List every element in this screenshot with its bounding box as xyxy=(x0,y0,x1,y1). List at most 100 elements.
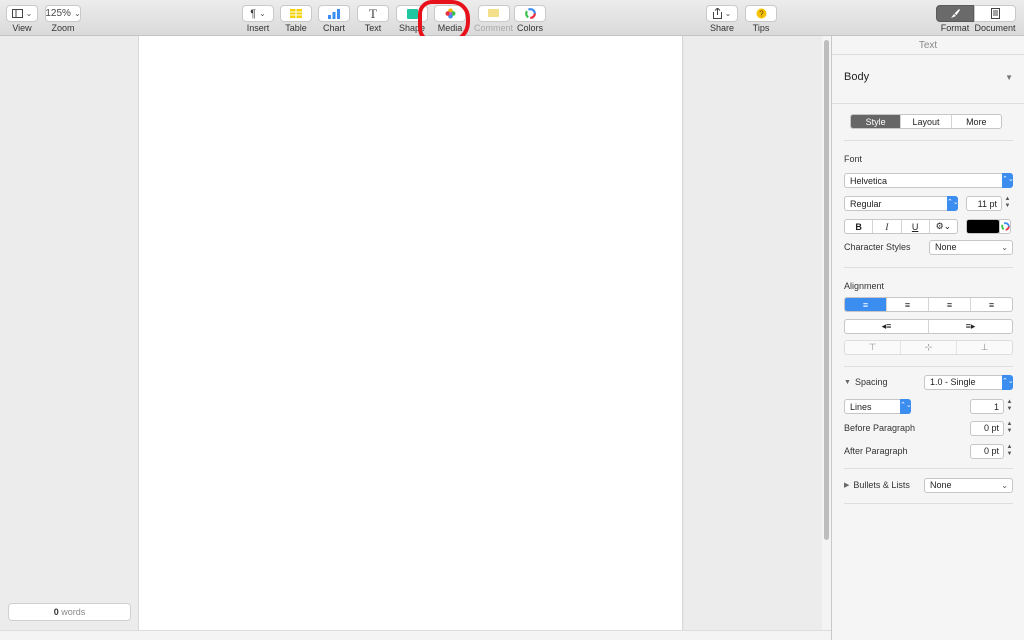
scroll-thumb[interactable] xyxy=(824,40,829,540)
align-left-icon[interactable]: ≡ xyxy=(845,298,887,311)
stepper-arrows-icon: ⌃⌄ xyxy=(900,399,912,414)
text-label: Text xyxy=(364,23,382,33)
document-page[interactable] xyxy=(138,36,683,630)
view-tool[interactable]: ⌄ View xyxy=(6,5,38,33)
bullets-select[interactable]: None ⌄ xyxy=(924,477,1013,493)
share-label: Share xyxy=(709,23,735,33)
chart-label: Chart xyxy=(322,23,345,33)
color-wheel-icon[interactable] xyxy=(999,219,1011,234)
underline-button[interactable]: U xyxy=(902,220,930,233)
paragraph-style-name: Body xyxy=(844,71,870,83)
typeface-select[interactable]: Regular ⌃⌄ xyxy=(844,196,959,211)
insert-button[interactable]: ¶ ⌄ xyxy=(242,5,274,22)
text-color-well[interactable] xyxy=(966,219,1000,234)
font-family-select[interactable]: Helvetica ⌃⌄ xyxy=(844,173,1014,188)
divider xyxy=(844,468,1013,469)
insert-tool[interactable]: ¶ ⌄ Insert xyxy=(242,5,274,33)
share-button[interactable]: ⌄ xyxy=(706,5,738,22)
vertical-align-row: ⊤ ⊹ ⊥ xyxy=(844,340,1013,355)
comment-tool[interactable]: Comment xyxy=(474,5,513,33)
table-tool[interactable]: Table xyxy=(280,5,312,33)
paintbrush-icon xyxy=(951,9,960,18)
divider xyxy=(832,103,1024,104)
font-size-stepper[interactable]: ▲ ▼ xyxy=(1004,196,1011,211)
tips-tool[interactable]: ? Tips xyxy=(745,5,777,33)
decrease-indent-icon[interactable]: ◂≡ xyxy=(845,320,929,333)
tips-button[interactable]: ? xyxy=(745,5,777,22)
disclosure-down-icon[interactable]: ▼ xyxy=(844,379,851,386)
paragraph-style-row[interactable]: Body ▼ xyxy=(844,71,1013,83)
spacing-select[interactable]: 1.0 - Single ⌃⌄ xyxy=(924,374,1014,390)
divider xyxy=(844,366,1013,367)
font-size-field[interactable]: 11 pt xyxy=(966,196,1002,211)
font-style-row: B I U ⚙⌄ xyxy=(844,219,1011,234)
increase-indent-icon[interactable]: ≡▸ xyxy=(929,320,1012,333)
gear-icon[interactable]: ⚙⌄ xyxy=(930,220,957,233)
format-tool[interactable]: Format xyxy=(936,5,974,33)
view-button[interactable]: ⌄ xyxy=(6,5,38,22)
zoom-button[interactable]: 125% ⌄ xyxy=(45,5,81,22)
document-button[interactable] xyxy=(974,5,1016,22)
align-center-icon[interactable]: ≡ xyxy=(887,298,929,311)
color-wheel-icon xyxy=(524,8,536,19)
before-paragraph-stepper[interactable]: ▲ ▼ xyxy=(1006,421,1013,436)
character-styles-select[interactable]: None ⌄ xyxy=(929,239,1013,255)
horizontal-scrollbar[interactable] xyxy=(0,630,831,640)
align-middle-icon[interactable]: ⊹ xyxy=(901,341,957,354)
colors-tool[interactable]: Colors xyxy=(514,5,546,33)
insert-label: Insert xyxy=(246,23,270,33)
right-margin xyxy=(684,36,822,630)
format-button[interactable] xyxy=(936,5,974,22)
text-icon: T xyxy=(369,5,377,21)
tips-icon: ? xyxy=(756,8,766,19)
zoom-tool[interactable]: 125% ⌄ Zoom xyxy=(45,5,81,33)
left-margin xyxy=(0,36,138,640)
character-styles-row: Character Styles None ⌄ xyxy=(844,239,1013,255)
disclosure-right-icon[interactable]: ▶ xyxy=(844,481,849,489)
alignment-heading: Alignment xyxy=(844,281,885,291)
before-paragraph-label: Before Paragraph xyxy=(844,423,916,433)
tab-more[interactable]: More xyxy=(952,115,1001,128)
document-label: Document xyxy=(974,23,1016,33)
zoom-value: 125% xyxy=(45,8,71,19)
bullets-label: Bullets & Lists xyxy=(853,480,910,490)
toolbar: ⌄ View 125% ⌄ Zoom ¶ ⌄ Insert Table Chart … xyxy=(0,0,1024,36)
spacing-value: 1.0 - Single xyxy=(930,377,976,387)
lines-stepper[interactable]: ▲ ▼ xyxy=(1006,399,1013,414)
tips-label: Tips xyxy=(752,23,770,33)
colors-button[interactable] xyxy=(514,5,546,22)
align-top-icon[interactable]: ⊤ xyxy=(845,341,901,354)
share-tool[interactable]: ⌄ Share xyxy=(706,5,738,33)
table-button[interactable] xyxy=(280,5,312,22)
lines-field[interactable]: 1 xyxy=(970,399,1004,414)
align-bottom-icon[interactable]: ⊥ xyxy=(957,341,1012,354)
word-count[interactable]: 0 words xyxy=(8,603,131,621)
chevron-down-icon: ⌄ xyxy=(259,9,266,18)
tab-layout[interactable]: Layout xyxy=(901,115,952,128)
comment-button[interactable] xyxy=(477,5,510,22)
chart-button[interactable] xyxy=(318,5,350,22)
before-paragraph-row: Before Paragraph 0 pt ▲ ▼ xyxy=(844,420,1013,436)
tab-style[interactable]: Style xyxy=(851,115,902,128)
after-paragraph-stepper[interactable]: ▲ ▼ xyxy=(1006,444,1013,459)
bullets-value: None xyxy=(930,480,952,490)
before-paragraph-field[interactable]: 0 pt xyxy=(970,420,1004,436)
comment-icon xyxy=(488,9,499,17)
text-button[interactable]: T xyxy=(357,5,389,22)
document-tool[interactable]: Document xyxy=(974,5,1016,33)
bold-button[interactable]: B xyxy=(845,220,874,233)
vertical-scrollbar[interactable] xyxy=(822,36,831,630)
align-justify-icon[interactable]: ≡ xyxy=(971,298,1012,311)
italic-button[interactable]: I xyxy=(873,220,902,233)
align-right-icon[interactable]: ≡ xyxy=(929,298,971,311)
divider xyxy=(844,140,1013,141)
lines-select[interactable]: Lines ⌃⌄ xyxy=(844,399,912,414)
chart-tool[interactable]: Chart xyxy=(318,5,350,33)
after-paragraph-field[interactable]: 0 pt xyxy=(970,443,1004,459)
divider xyxy=(844,267,1013,268)
stepper-arrows-icon: ⌃⌄ xyxy=(947,196,959,211)
character-styles-label: Character Styles xyxy=(844,242,911,252)
indent-row: ◂≡ ≡▸ xyxy=(844,319,1013,334)
document-icon xyxy=(990,8,1000,19)
text-tool[interactable]: T Text xyxy=(357,5,389,33)
